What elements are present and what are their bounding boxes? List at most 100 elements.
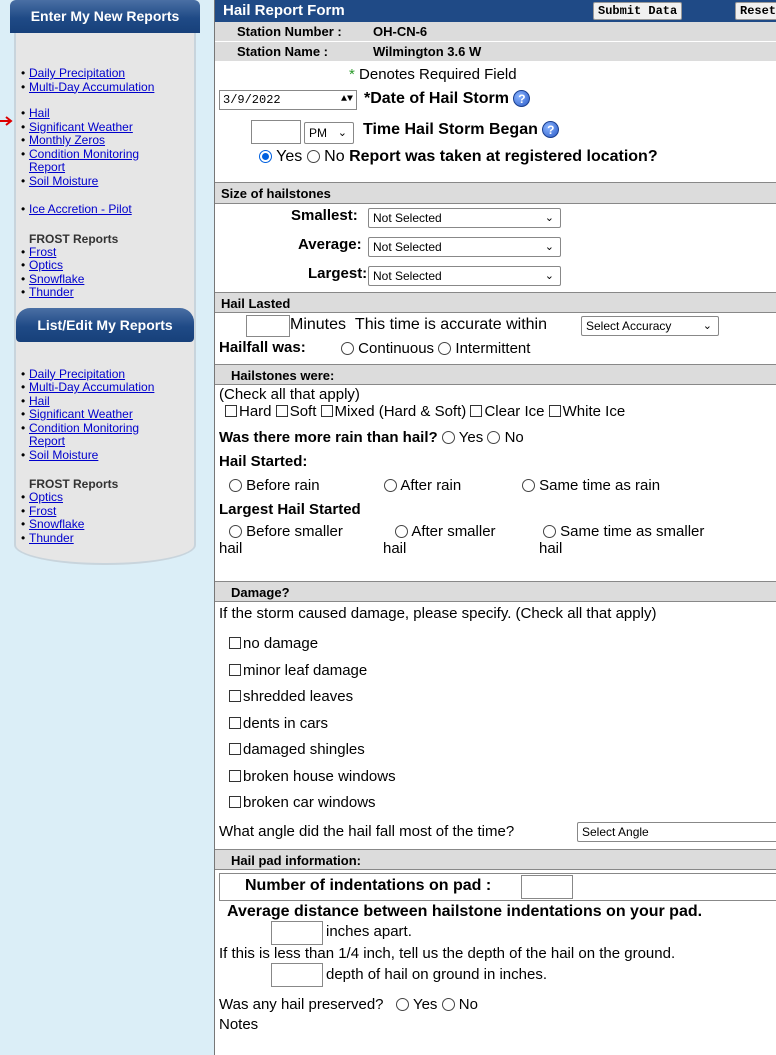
hard-checkbox[interactable]	[225, 405, 237, 417]
frost-reports-label: FROST Reports	[29, 231, 119, 246]
list-item-significant-weather[interactable]: Significant Weather	[20, 407, 190, 422]
before-smaller-radio[interactable]	[229, 525, 242, 538]
angle-select[interactable]: Select Angle	[577, 822, 776, 842]
required-note: Denotes Required Field	[359, 66, 517, 83]
more-rain-question: Was there more rain than hail?	[219, 429, 438, 446]
check-all-note: (Check all that apply)	[219, 386, 360, 403]
list-item-condition-monitoring[interactable]: Condition Monitoring Report	[20, 421, 170, 449]
minor-leaf-checkbox[interactable]	[229, 663, 241, 676]
broken-car-windows-checkbox[interactable]	[229, 796, 241, 808]
hailstones-section-header: Hailstones were:	[215, 364, 776, 385]
location-yes-radio[interactable]	[259, 150, 272, 163]
after-rain-radio[interactable]	[384, 479, 397, 492]
broken-house-windows-checkbox[interactable]	[229, 769, 241, 782]
indentations-input[interactable]	[521, 875, 573, 899]
list-item-frost[interactable]: Frost	[20, 504, 190, 519]
time-label: Time Hail Storm Began	[363, 121, 538, 138]
list-item-optics[interactable]: Optics	[20, 490, 190, 505]
damaged-shingles-checkbox[interactable]	[229, 743, 241, 755]
pad-section-header: Hail pad information:	[215, 849, 776, 870]
enter-reports-header: Enter My New Reports	[10, 0, 200, 33]
size-section-header: Size of hailstones	[215, 183, 776, 204]
ampm-select[interactable]: PM ⌄	[304, 122, 354, 144]
accuracy-select[interactable]: Select Accuracy ⌄	[581, 316, 719, 336]
list-item-daily-precipitation[interactable]: Daily Precipitation	[20, 367, 190, 382]
form-header: Hail Report Form Submit Data Reset	[215, 0, 776, 22]
reset-button[interactable]: Reset	[735, 2, 776, 20]
sidebar-item-soil-moisture[interactable]: Soil Moisture	[20, 174, 190, 189]
mixed-checkbox[interactable]	[320, 405, 333, 417]
sidebar-item-ice-accretion[interactable]: Ice Accretion - Pilot	[20, 202, 190, 217]
white-ice-checkbox[interactable]	[548, 405, 561, 417]
station-number-value: OH-CN-6	[373, 24, 428, 39]
location-question: Report was taken at registered location?	[349, 148, 658, 165]
sidebar-item-monthly-zeros[interactable]: Monthly Zeros	[20, 133, 190, 148]
shredded-leaves-checkbox[interactable]	[229, 690, 241, 702]
time-input[interactable]	[251, 120, 301, 144]
depth-input[interactable]	[271, 963, 323, 987]
damage-section: If the storm caused damage, please speci…	[215, 602, 776, 849]
size-section: Smallest: Not Selected ⌄ Average: Not Sel…	[215, 204, 776, 292]
sidebar-item-multi-day[interactable]: Multi-Day Accumulation	[20, 80, 190, 95]
hail-started-label: Hail Started:	[219, 453, 308, 470]
time-help-icon[interactable]: ?	[542, 121, 560, 139]
list-item-hail[interactable]: Hail	[20, 394, 190, 409]
sidebar-item-significant-weather[interactable]: Significant Weather	[20, 120, 190, 135]
list-item-multi-day[interactable]: Multi-Day Accumulation	[20, 380, 190, 395]
list-item-thunder[interactable]: Thunder	[20, 531, 190, 546]
depth-question: If this is less than 1/4 inch, tell us t…	[219, 945, 676, 962]
list-item-snowflake[interactable]: Snowflake	[20, 517, 190, 532]
smallest-select[interactable]: Not Selected ⌄	[368, 208, 561, 228]
list-frost-reports-label: FROST Reports	[29, 477, 119, 491]
hailstone-types: Hard Soft Mixed (Hard & Soft) Clear Ice …	[225, 403, 625, 420]
minutes-input[interactable]	[246, 315, 290, 337]
intermittent-radio[interactable]	[438, 342, 452, 355]
sidebar-item-hail[interactable]: Hail	[20, 106, 190, 121]
hail-report-form: Hail Report Form Submit Data Reset Stati…	[214, 0, 776, 1055]
largest-select[interactable]: Not Selected ⌄	[368, 266, 561, 286]
before-rain-radio[interactable]	[229, 479, 242, 492]
sidebar-item-thunder[interactable]: Thunder	[20, 285, 190, 300]
location-no-radio[interactable]	[306, 150, 320, 163]
sidebar-item-condition-monitoring[interactable]: Condition Monitoring Report	[20, 147, 170, 175]
clear-ice-checkbox[interactable]	[470, 405, 483, 417]
sidebar-item-frost[interactable]: Frost	[20, 245, 190, 260]
sidebar-item-optics[interactable]: Optics	[20, 258, 190, 273]
damage-list: no damage minor leaf damage shredded lea…	[229, 631, 396, 817]
no-damage-checkbox[interactable]	[229, 637, 241, 649]
sidebar: Enter My New Reports Daily Precipitation…	[10, 0, 200, 565]
damage-section-header: Damage?	[215, 581, 776, 602]
date-input[interactable]: 3/9/2022 ▲▼	[219, 90, 357, 110]
hailstones-section: (Check all that apply) Hard Soft Mixed (…	[219, 386, 705, 557]
preserved-yes-radio[interactable]	[396, 998, 410, 1011]
station-name-value: Wilmington 3.6 W	[373, 44, 482, 59]
preserved-question: Was any hail preserved?	[219, 996, 384, 1013]
pad-section: Number of indentations on pad : Average …	[215, 870, 776, 1040]
date-help-icon[interactable]: ?	[513, 90, 531, 108]
list-item-soil-moisture[interactable]: Soil Moisture	[20, 448, 190, 463]
avg-distance-label: Average distance between hailstone inden…	[227, 903, 703, 920]
more-rain-no-radio[interactable]	[487, 431, 501, 444]
soft-checkbox[interactable]	[275, 405, 288, 417]
more-rain-yes-radio[interactable]	[441, 431, 455, 444]
date-spinner-icon: ▲▼	[340, 94, 353, 105]
average-select[interactable]: Not Selected ⌄	[368, 237, 561, 257]
dents-in-cars-checkbox[interactable]	[229, 716, 241, 729]
indent-label: Number of indentations on pad :	[245, 877, 492, 894]
same-smaller-radio[interactable]	[543, 525, 556, 538]
list-edit-reports-header: List/Edit My Reports	[16, 307, 194, 342]
continuous-radio[interactable]	[341, 342, 354, 355]
general-section: * Denotes Required Field 3/9/2022 ▲▼ *Dat…	[215, 62, 776, 183]
lasted-section-header: Hail Lasted	[215, 292, 776, 313]
largest-started-label: Largest Hail Started	[219, 501, 361, 518]
preserved-no-radio[interactable]	[441, 998, 455, 1011]
notes-label: Notes	[219, 1016, 259, 1033]
hailfall-label: Hailfall was:	[219, 339, 306, 356]
after-smaller-radio[interactable]	[395, 525, 408, 538]
distance-input[interactable]	[271, 921, 323, 945]
submit-button[interactable]: Submit Data	[593, 2, 683, 20]
sidebar-item-daily-precipitation[interactable]: Daily Precipitation	[20, 66, 190, 81]
sidebar-item-snowflake[interactable]: Snowflake	[20, 272, 190, 287]
station-number-row: Station Number : OH-CN-6	[215, 22, 776, 42]
same-rain-radio[interactable]	[522, 479, 535, 492]
